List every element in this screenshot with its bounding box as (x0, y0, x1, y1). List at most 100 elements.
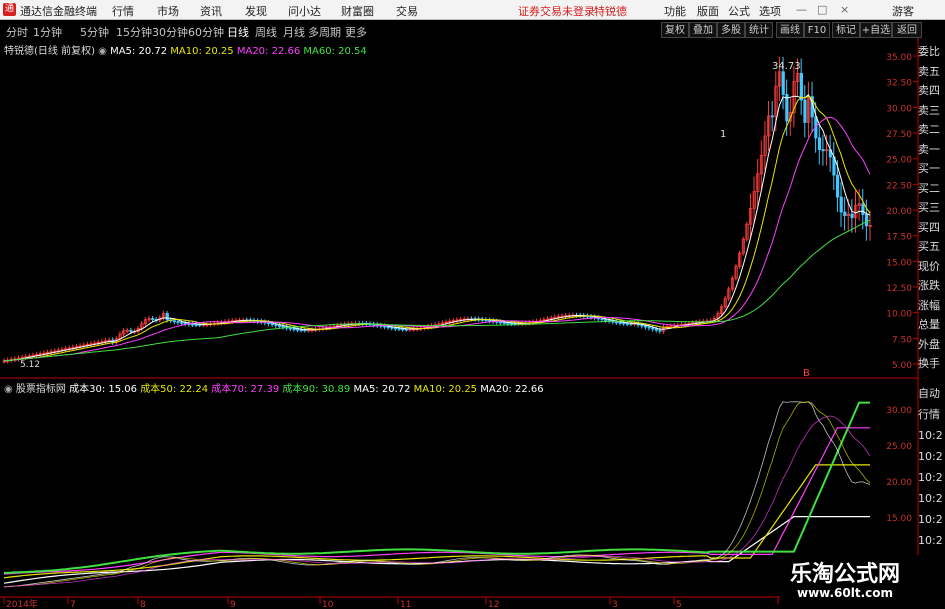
cost30-label: 成本30: 15.06 (69, 384, 137, 395)
duogu-button[interactable]: 多股 (717, 22, 745, 38)
candle-body (817, 137, 822, 150)
side-item: 10:2 (918, 450, 943, 463)
app-logo-icon: 通 (3, 3, 16, 16)
candle-body (643, 325, 648, 328)
menu-caifuquan[interactable]: 财富圈 (341, 3, 374, 19)
menu-wenxiaoda[interactable]: 问小达 (288, 3, 321, 19)
x-tick-label: 8 (140, 600, 146, 609)
side-item[interactable]: 涨跌 (918, 276, 945, 296)
menu-zixun[interactable]: 资讯 (200, 3, 222, 19)
close-icon[interactable]: × (840, 3, 849, 16)
cost70-label: 成本70: 27.39 (211, 384, 280, 395)
side-item[interactable]: 买二 (918, 179, 945, 199)
huaxian-button[interactable]: 画线 (776, 22, 804, 38)
side-item[interactable]: 买一 (918, 159, 945, 179)
cost90-label: 成本90: 30.89 (282, 384, 351, 395)
x-tick-label: 3 (612, 600, 618, 609)
side-item[interactable]: 卖二 (918, 120, 945, 140)
menu-gongneng[interactable]: 功能 (664, 3, 686, 19)
ind-y-tick-label: 20.00 (886, 478, 912, 488)
candle-body (600, 318, 604, 321)
side-item: 10:2 (918, 429, 943, 442)
candle-body (129, 329, 133, 332)
side-item[interactable]: 现价 (918, 257, 945, 277)
x-tick-label: 12 (488, 600, 499, 609)
menu-shichang[interactable]: 市场 (157, 3, 179, 19)
side-item[interactable]: 委比 (918, 42, 945, 62)
moving-averages (3, 93, 871, 362)
tongji-button[interactable]: 统计 (745, 22, 773, 38)
side-item[interactable]: 买五 (918, 237, 945, 257)
indicator-side-panel: 自动 行情 10:2 10:2 10:2 10:2 10:2 10:2 (918, 383, 945, 551)
side-item: 10:2 (918, 471, 943, 484)
candle-body (288, 327, 293, 330)
candle-body (799, 72, 803, 101)
side-item[interactable]: 卖五 (918, 62, 945, 82)
ind-ma20-line (3, 415, 871, 588)
indicator-name: 股票指标网 (15, 384, 66, 395)
low-price-label: 5.12 (20, 360, 40, 370)
candle-body (296, 328, 300, 331)
login-status[interactable]: 证券交易未登录 (518, 3, 595, 19)
x-tick-label: 2014年 (6, 598, 38, 609)
candle-body (191, 323, 195, 326)
side-item: 10:2 (918, 513, 943, 526)
y-tick-label: 27.50 (886, 130, 912, 140)
x-axis: 2014年789101112356 (3, 597, 786, 609)
side-item[interactable]: 卖三 (918, 101, 945, 121)
side-item[interactable]: 买四 (918, 218, 945, 238)
side-item[interactable]: 卖一 (918, 140, 945, 160)
candle-body (821, 149, 825, 152)
menu-gongshi[interactable]: 公式 (728, 3, 750, 19)
candle-body (506, 322, 510, 325)
app-title: 通达信金融终端 (20, 5, 97, 18)
cost50-line (3, 464, 870, 579)
side-item[interactable]: 自动 (918, 383, 945, 404)
biaoji-button[interactable]: 标记 (832, 22, 860, 38)
candle-body (267, 322, 271, 325)
back-button[interactable]: 返回 (892, 22, 922, 38)
menu-banmian[interactable]: 版面 (697, 3, 719, 19)
signal-marker-1: 1 (720, 129, 726, 140)
candle-body (194, 323, 198, 326)
candle-body (274, 324, 278, 326)
minimize-icon[interactable]: — (796, 3, 807, 16)
candle-body (651, 327, 655, 330)
guest-login[interactable]: 游客 (892, 3, 914, 19)
candle-body (172, 320, 177, 323)
add-watchlist-button[interactable]: +自选 (860, 22, 892, 38)
y-tick-label: 32.50 (886, 79, 912, 89)
menu-jiaoyi[interactable]: 交易 (396, 3, 418, 19)
side-item[interactable]: 总量 (918, 315, 945, 335)
y-tick-label: 35.00 (886, 53, 912, 63)
ma60-line (3, 219, 871, 362)
menu-hangqing[interactable]: 行情 (112, 3, 134, 19)
maximize-icon[interactable]: □ (817, 3, 827, 16)
diejia-button[interactable]: 叠加 (689, 22, 717, 38)
side-item[interactable]: 买三 (918, 198, 945, 218)
side-item[interactable]: 外盘 (918, 335, 945, 355)
candle-body (861, 203, 865, 215)
side-item[interactable]: 行情 (918, 404, 945, 425)
indicator-settings-icon[interactable]: ◉ (4, 384, 16, 395)
menu-xuanxiang[interactable]: 选项 (759, 3, 781, 19)
candle-body (654, 328, 659, 331)
x-tick-label: 5 (676, 600, 682, 609)
menu-faxian[interactable]: 发现 (245, 3, 267, 19)
side-item[interactable]: 换手 (918, 354, 945, 374)
watermark-url: www.60lt.com (797, 586, 894, 600)
candle-body (180, 321, 184, 324)
y-tick-label: 17.50 (886, 233, 912, 243)
x-tick-label: 10 (322, 600, 334, 609)
ind-y-tick-label: 30.00 (886, 406, 912, 416)
candle-body (165, 313, 169, 321)
x-tick-label: 7 (70, 600, 76, 609)
candle-body (176, 321, 180, 323)
fuquan-button[interactable]: 复权 (661, 22, 689, 38)
kline-chart[interactable]: 35.0032.5030.0027.5025.0022.5020.0017.50… (0, 38, 945, 609)
f10-button[interactable]: F10 (804, 22, 830, 38)
candle-body (618, 322, 622, 324)
side-item[interactable]: 卖四 (918, 81, 945, 101)
y-tick-label: 5.00 (892, 361, 912, 371)
side-item[interactable]: 涨幅 (918, 296, 945, 316)
